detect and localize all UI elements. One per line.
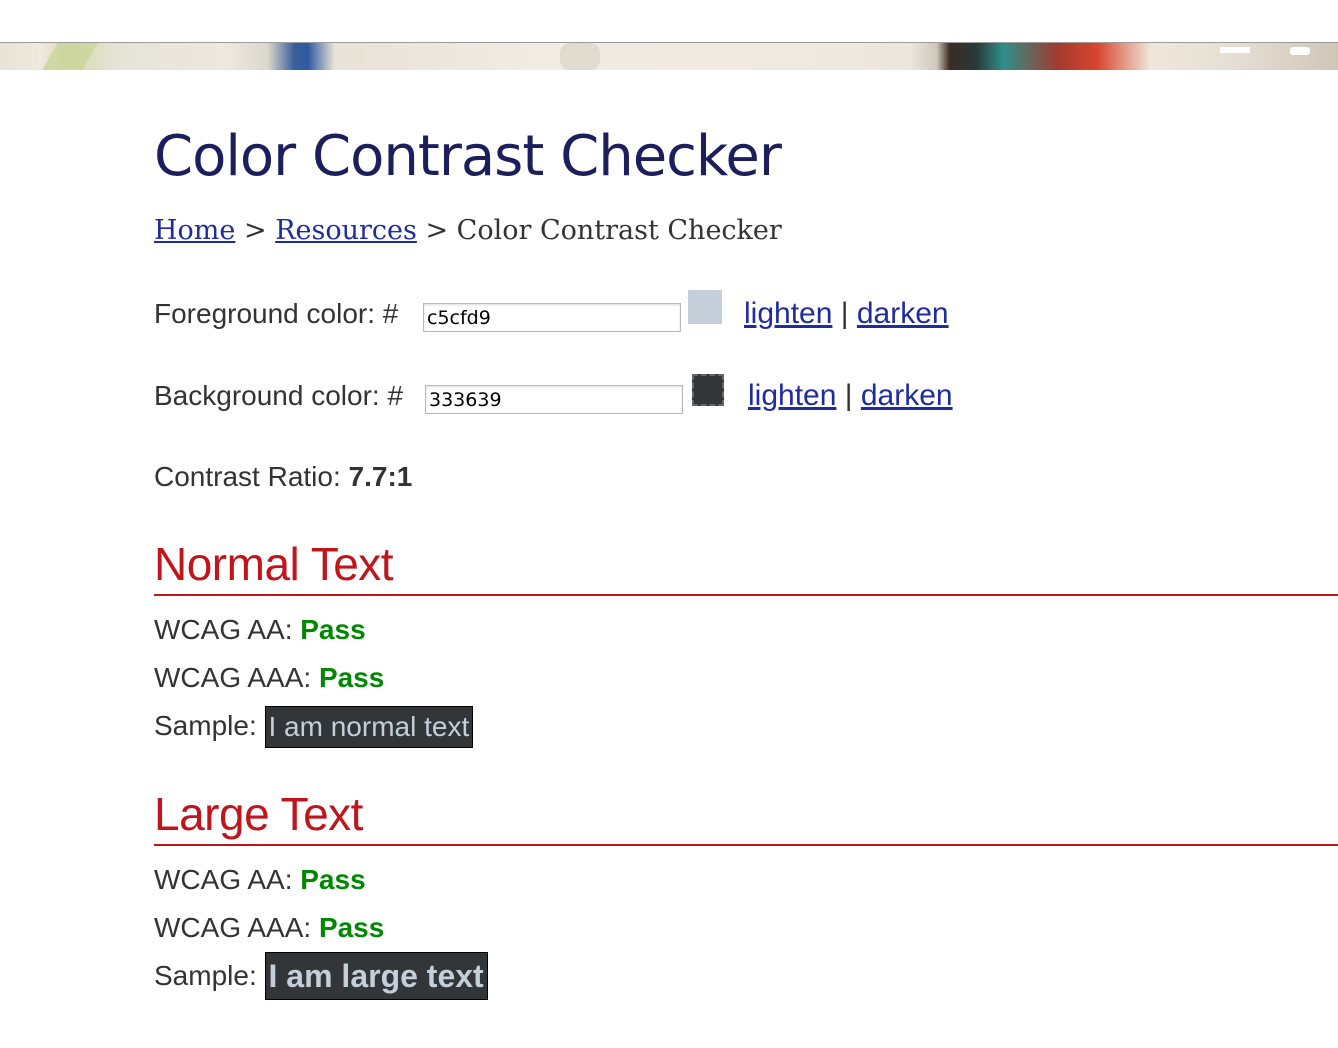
large-text-heading: Large Text: [154, 788, 1338, 846]
wcag-aa-label: WCAG AA:: [154, 614, 301, 645]
contrast-ratio-label: Contrast Ratio:: [154, 461, 349, 492]
foreground-color-swatch: [688, 290, 722, 324]
normal-wcag-aaa-result: WCAG AAA: Pass: [154, 660, 384, 696]
large-wcag-aaa-result: WCAG AAA: Pass: [154, 910, 384, 946]
pass-badge: Pass: [318, 912, 385, 943]
background-color-row: Background color: # lighten | darken: [154, 374, 953, 414]
breadcrumb: Home > Resources > Color Contrast Checke…: [154, 213, 782, 249]
page-title: Color Contrast Checker: [154, 124, 782, 189]
wcag-aaa-label: WCAG AAA:: [154, 662, 319, 693]
large-sample-row: Sample: I am large text: [154, 952, 488, 1000]
sample-label: Sample:: [154, 710, 265, 741]
link-separator: |: [836, 379, 861, 412]
background-color-label: Background color: #: [154, 380, 404, 411]
link-separator: |: [832, 297, 857, 330]
contrast-ratio-value: 7.7:1: [348, 461, 413, 492]
background-color-input[interactable]: [425, 385, 683, 414]
foreground-lighten-link[interactable]: lighten: [744, 297, 832, 330]
contrast-ratio: Contrast Ratio: 7.7:1: [154, 459, 412, 495]
normal-text-heading: Normal Text: [154, 538, 1338, 596]
normal-text-sample: I am normal text: [264, 706, 474, 748]
large-text-sample: I am large text: [264, 952, 488, 1000]
pass-badge: Pass: [300, 864, 366, 895]
foreground-color-row: Foreground color: # lighten | darken: [154, 290, 949, 332]
foreground-color-input[interactable]: [423, 303, 681, 332]
foreground-darken-link[interactable]: darken: [857, 297, 949, 330]
normal-wcag-aa-result: WCAG AA: Pass: [154, 612, 366, 648]
breadcrumb-home-link[interactable]: Home: [154, 215, 235, 246]
header-banner-image: [0, 43, 1338, 70]
wcag-aa-label: WCAG AA:: [154, 864, 301, 895]
pass-badge: Pass: [300, 614, 366, 645]
breadcrumb-resources-link[interactable]: Resources: [275, 215, 417, 246]
foreground-adjust-links: lighten | darken: [744, 296, 949, 332]
pass-badge: Pass: [318, 662, 385, 693]
background-darken-link[interactable]: darken: [861, 379, 953, 412]
sample-label: Sample:: [154, 960, 265, 991]
breadcrumb-separator: >: [235, 215, 276, 246]
foreground-color-label: Foreground color: #: [154, 298, 399, 329]
background-lighten-link[interactable]: lighten: [748, 379, 836, 412]
background-adjust-links: lighten | darken: [748, 378, 953, 414]
wcag-aaa-label: WCAG AAA:: [154, 912, 319, 943]
normal-sample-row: Sample: I am normal text: [154, 706, 474, 748]
breadcrumb-current: Color Contrast Checker: [456, 215, 782, 246]
large-wcag-aa-result: WCAG AA: Pass: [154, 862, 366, 898]
background-color-swatch: [692, 374, 724, 406]
breadcrumb-separator: >: [416, 215, 457, 246]
